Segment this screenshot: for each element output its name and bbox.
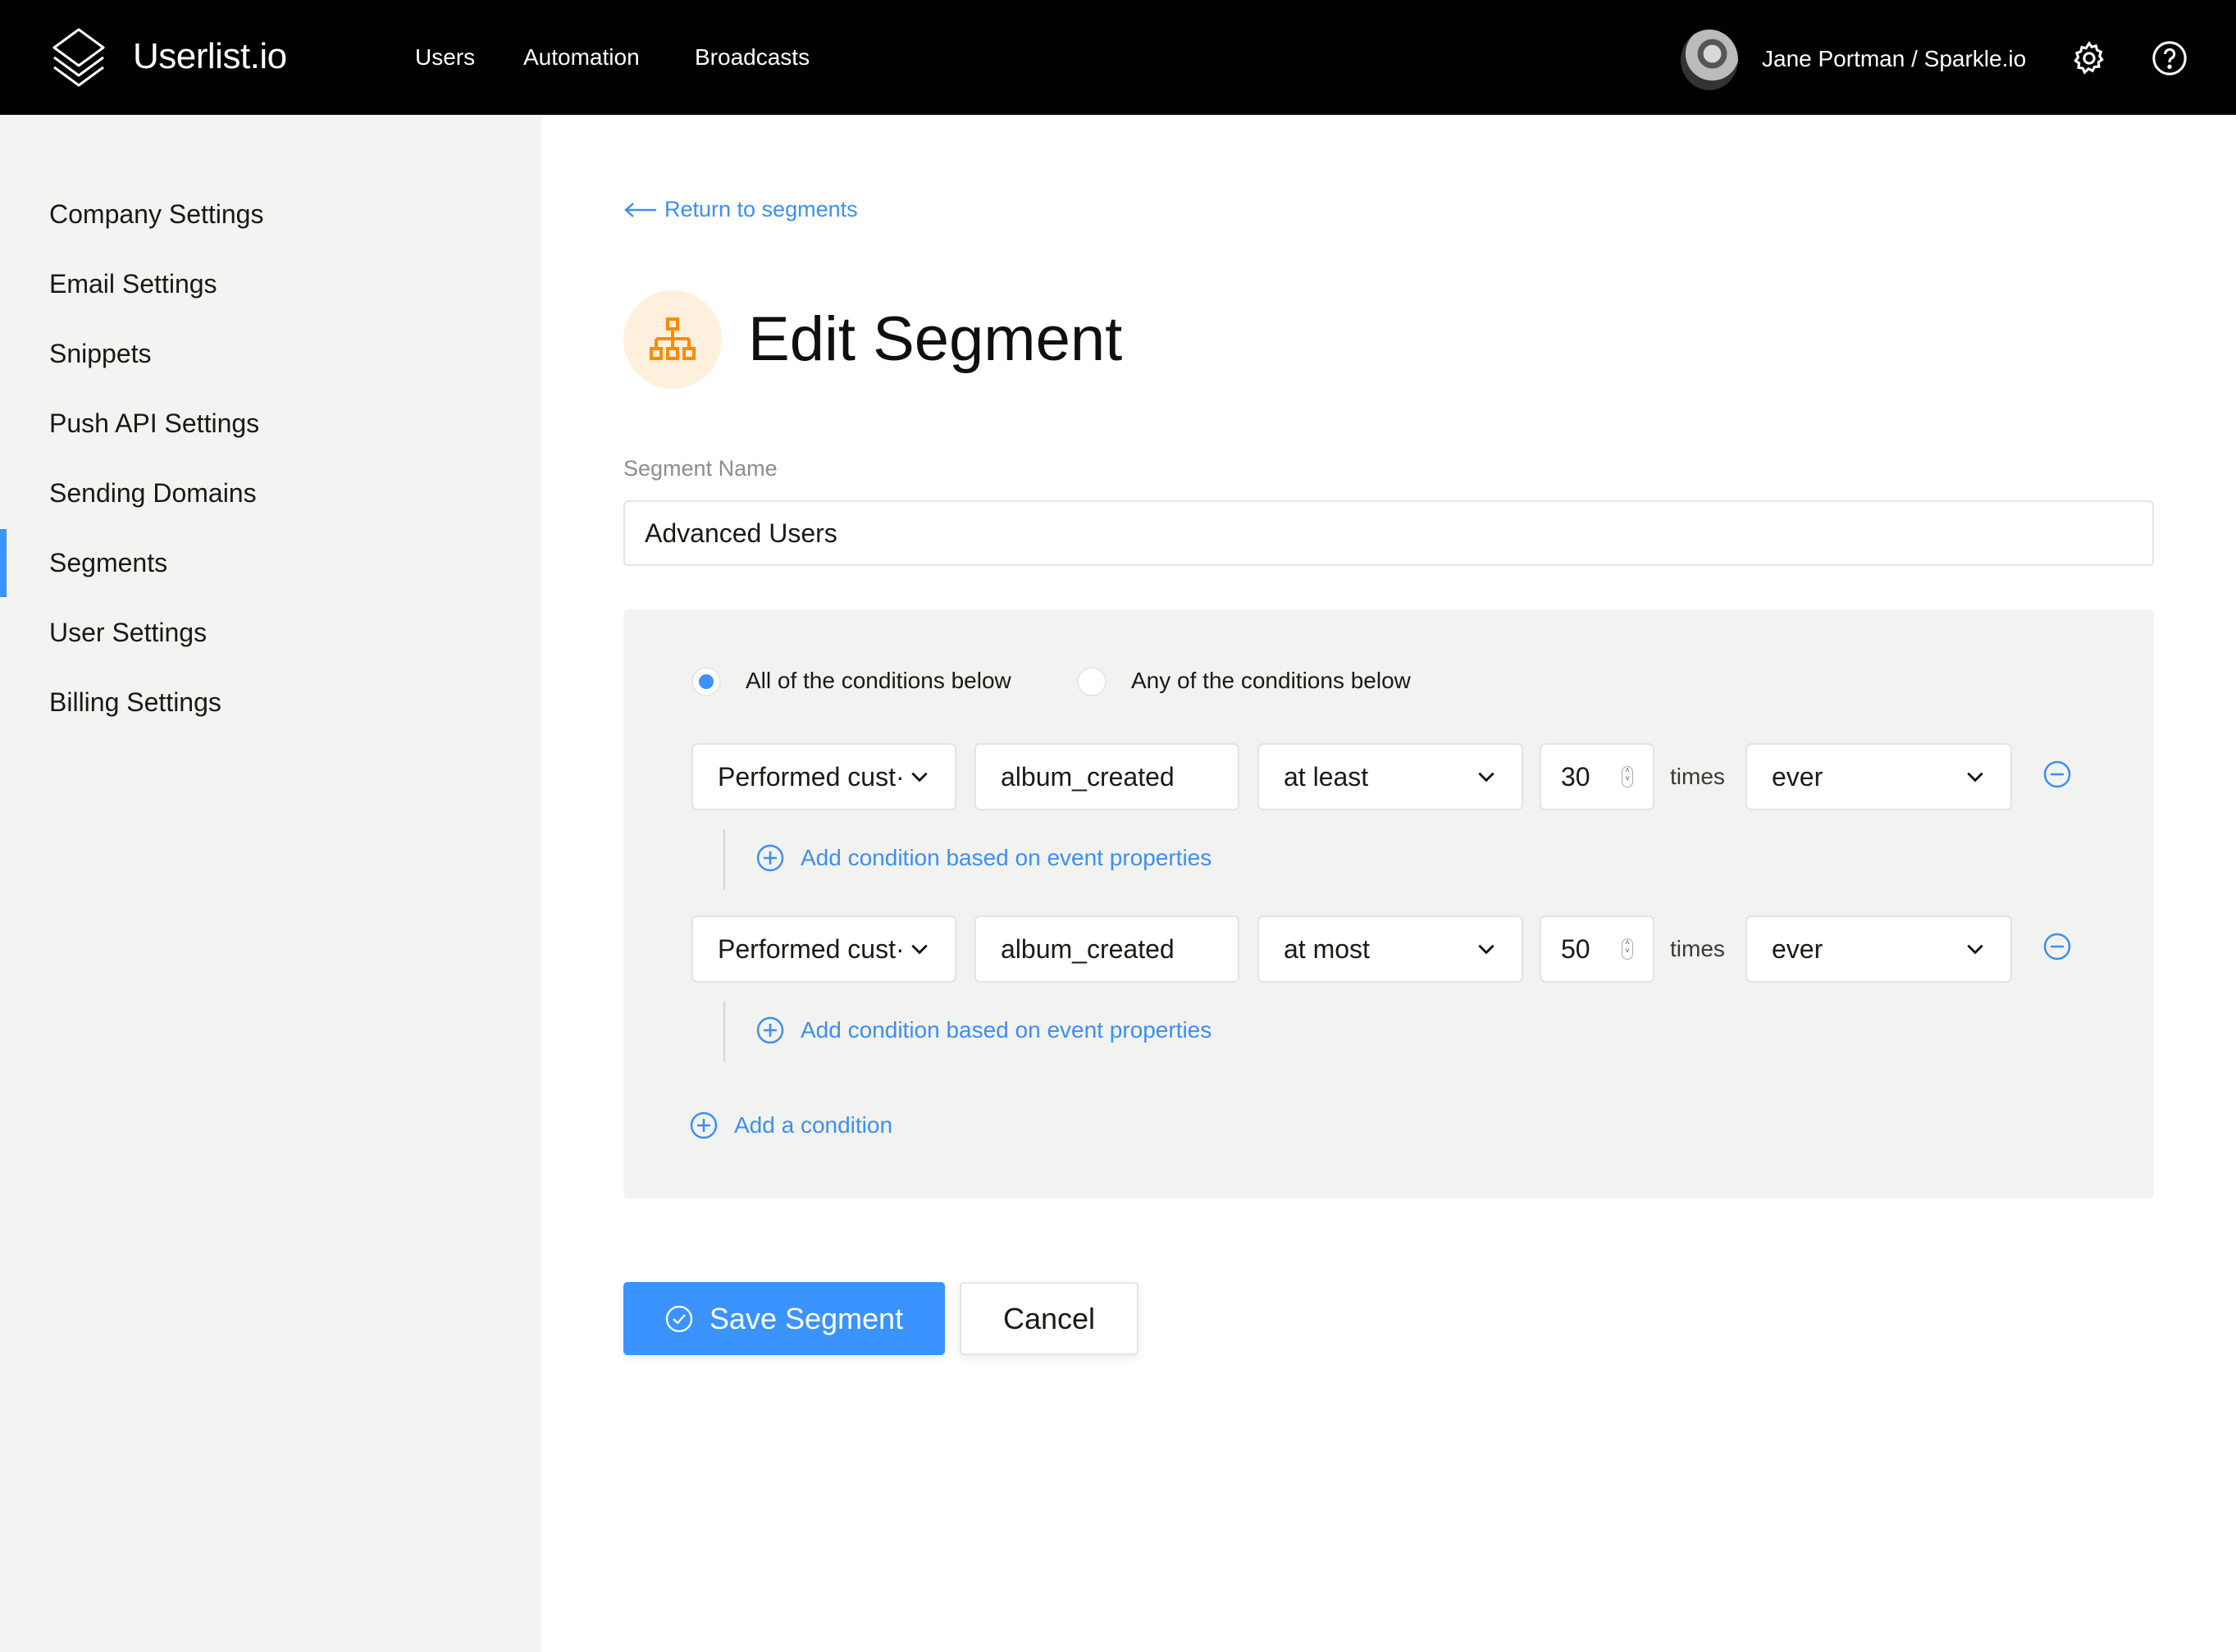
return-link-label: Return to segments (664, 197, 858, 221)
condition-type-value: Performed cust· (718, 761, 905, 792)
top-navbar: Userlist.io Users Automation Broadcasts … (0, 0, 2236, 115)
radio-any-conditions-label[interactable]: Any of the conditions below (1131, 668, 1411, 694)
count-value: 30 (1561, 761, 1590, 792)
plus-circle-icon (756, 844, 784, 872)
operator-value: at most (1284, 933, 1370, 964)
sidebar-item-sending-domains[interactable]: Sending Domains (49, 478, 257, 509)
nav-automation[interactable]: Automation (523, 44, 640, 71)
period-value: ever (1772, 761, 1823, 792)
add-event-property-condition-link[interactable]: Add condition based on event properties (756, 1016, 1212, 1044)
period-select[interactable]: ever (1745, 743, 2012, 810)
check-circle-icon (665, 1305, 693, 1332)
logo-text[interactable]: Userlist.io (133, 36, 287, 77)
sidebar-item-push-api-settings[interactable]: Push API Settings (49, 408, 259, 439)
save-segment-label: Save Segment (709, 1301, 904, 1335)
period-select[interactable]: ever (1745, 915, 2012, 983)
condition-type-value: Performed cust· (718, 933, 905, 964)
radio-all-conditions[interactable] (691, 667, 721, 696)
plus-circle-icon (690, 1111, 718, 1139)
event-name-value: album_created (1001, 933, 1175, 964)
settings-gear-icon[interactable] (2070, 39, 2108, 77)
return-to-segments-link[interactable]: Return to segments (623, 197, 858, 222)
chevron-down-icon (911, 772, 928, 783)
user-avatar[interactable] (1681, 30, 1738, 90)
condition-type-select[interactable]: Performed cust· (691, 743, 956, 810)
event-name-value: album_created (1001, 761, 1175, 792)
operator-select[interactable]: at least (1257, 743, 1523, 810)
chevron-down-icon (1967, 772, 1983, 783)
property-branch-line (723, 829, 725, 890)
period-value: ever (1772, 933, 1823, 964)
operator-select[interactable]: at most (1257, 915, 1523, 983)
logo-layers-icon[interactable] (46, 25, 112, 90)
sidebar-item-company-settings[interactable]: Company Settings (49, 199, 263, 230)
arrow-left-icon (624, 202, 656, 217)
property-branch-line (723, 1002, 725, 1062)
sidebar-item-snippets[interactable]: Snippets (49, 339, 152, 369)
segment-name-label: Segment Name (623, 456, 778, 481)
add-condition-label: Add a condition (734, 1112, 893, 1138)
sidebar-item-user-settings[interactable]: User Settings (49, 618, 207, 648)
radio-selected-dot (699, 674, 714, 689)
save-segment-button[interactable]: Save Segment (623, 1282, 945, 1355)
number-spinner-icon[interactable]: ˄ ˅ (1622, 766, 1633, 787)
help-question-icon[interactable] (2151, 39, 2188, 77)
times-label: times (1670, 764, 1725, 789)
sidebar-item-email-settings[interactable]: Email Settings (49, 269, 217, 299)
plus-circle-icon (756, 1016, 784, 1044)
nav-users[interactable]: Users (415, 44, 475, 71)
count-number-input[interactable]: 50 ˄ ˅ (1540, 915, 1654, 983)
count-number-input[interactable]: 30 ˄ ˅ (1540, 743, 1654, 810)
chevron-down-icon (1478, 772, 1494, 783)
add-condition-link[interactable]: Add a condition (690, 1111, 892, 1139)
chevron-down-icon (1967, 944, 1983, 955)
remove-condition-minus-icon[interactable] (2043, 933, 2071, 961)
add-event-property-label: Add condition based on event properties (801, 1017, 1212, 1043)
radio-any-conditions[interactable] (1077, 667, 1107, 696)
add-event-property-label: Add condition based on event properties (801, 845, 1212, 870)
condition-type-select[interactable]: Performed cust· (691, 915, 956, 983)
sidebar-item-billing-settings[interactable]: Billing Settings (49, 687, 221, 718)
sidebar-active-indicator (0, 529, 7, 597)
sitemap-hierarchy-icon (650, 317, 696, 360)
event-name-input[interactable]: album_created (974, 743, 1239, 810)
remove-condition-minus-icon[interactable] (2043, 760, 2071, 788)
segment-icon-badge (623, 290, 722, 389)
user-account-label[interactable]: Jane Portman / Sparkle.io (1762, 46, 2026, 72)
number-spinner-icon[interactable]: ˄ ˅ (1622, 938, 1633, 960)
add-event-property-condition-link[interactable]: Add condition based on event properties (756, 844, 1212, 872)
segment-name-input[interactable] (623, 500, 2154, 566)
cancel-button[interactable]: Cancel (960, 1282, 1139, 1355)
radio-all-conditions-label[interactable]: All of the conditions below (746, 668, 1011, 694)
chevron-down-icon (1478, 944, 1494, 955)
count-value: 50 (1561, 933, 1590, 964)
event-name-input[interactable]: album_created (974, 915, 1239, 983)
sidebar-item-segments[interactable]: Segments (49, 548, 167, 578)
page-title: Edit Segment (748, 304, 1123, 374)
chevron-down-icon (911, 944, 928, 955)
nav-broadcasts[interactable]: Broadcasts (695, 44, 810, 71)
times-label: times (1670, 936, 1725, 961)
operator-value: at least (1284, 761, 1369, 792)
conditions-panel (623, 609, 2154, 1198)
